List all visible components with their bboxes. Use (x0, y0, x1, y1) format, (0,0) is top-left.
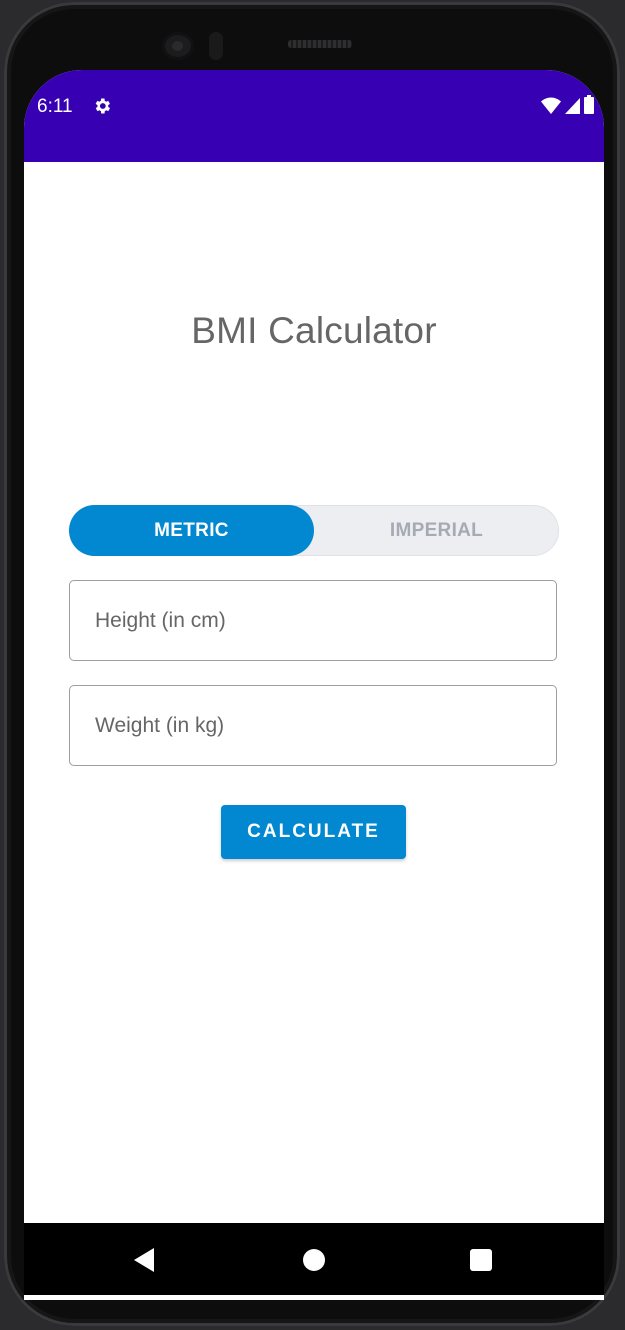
recents-icon[interactable] (470, 1249, 492, 1271)
home-icon[interactable] (303, 1249, 325, 1271)
earpiece-speaker (288, 40, 352, 48)
signal-icon (565, 98, 580, 114)
battery-icon (584, 95, 594, 114)
status-bar: 6:11 (24, 70, 604, 162)
calculate-button[interactable]: CALCULATE (221, 805, 406, 859)
app-screen: 6:11 BMI Calculator METRIC IMPERIAL CALC… (24, 70, 604, 1300)
settings-icon (95, 98, 110, 114)
front-camera (162, 32, 194, 60)
height-input[interactable] (93, 607, 556, 634)
status-icons (541, 95, 594, 114)
status-time: 6:11 (37, 96, 73, 117)
height-field[interactable] (69, 580, 557, 661)
imperial-tab[interactable]: IMPERIAL (314, 505, 559, 556)
metric-tab[interactable]: METRIC (69, 505, 314, 556)
weight-field[interactable] (69, 685, 557, 766)
navigation-bar (24, 1223, 604, 1295)
wifi-icon (541, 97, 561, 114)
back-icon[interactable] (132, 1248, 156, 1272)
proximity-sensor (209, 32, 223, 60)
weight-input[interactable] (93, 712, 556, 739)
unit-toggle: METRIC IMPERIAL (69, 505, 559, 556)
page-title: BMI Calculator (191, 310, 437, 351)
